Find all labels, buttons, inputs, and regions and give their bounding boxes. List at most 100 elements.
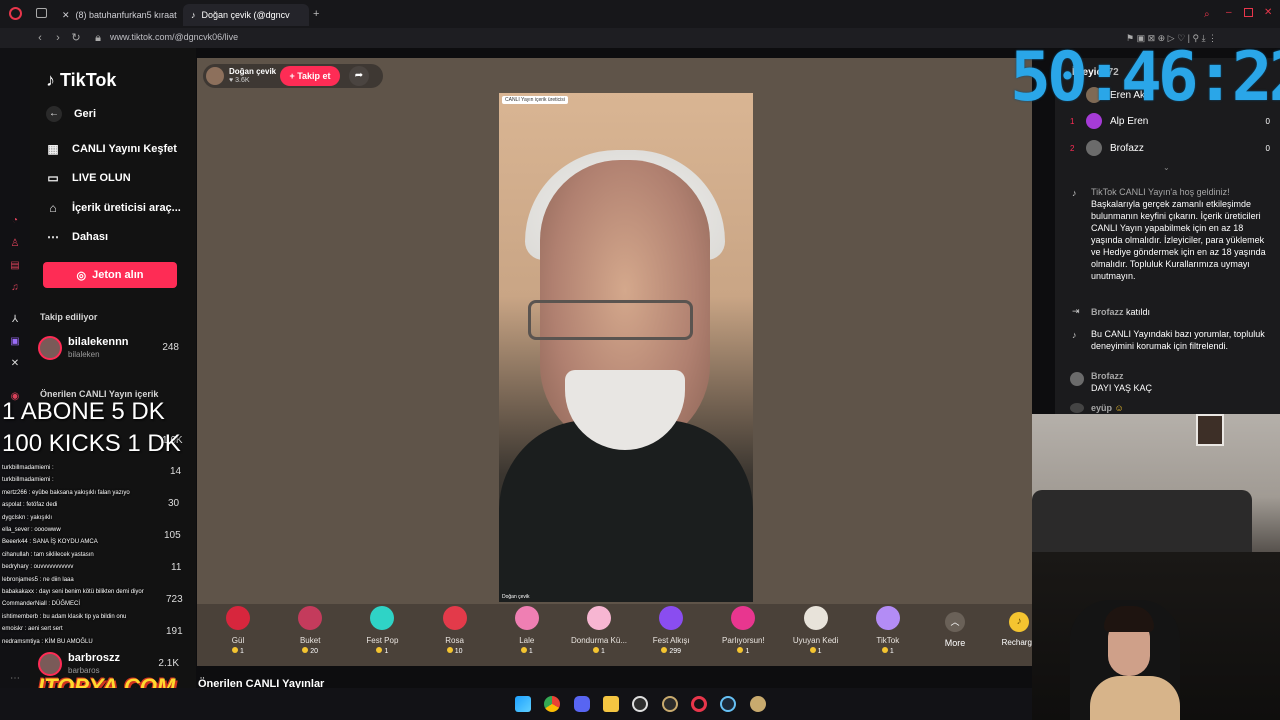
overlay-kicks-rule: 100 KICKS 1 DK: [2, 430, 181, 457]
discord-icon[interactable]: [574, 696, 590, 712]
search-icon[interactable]: ⌕: [1204, 9, 1210, 20]
sidebar-item-label: Geri: [74, 108, 97, 120]
following-account[interactable]: bilalekennn bilaleken 248: [38, 334, 183, 364]
gift-icon: [514, 606, 539, 630]
gift-item[interactable]: Dondurma Kü... 1: [564, 606, 634, 662]
gift-item[interactable]: Parlıyorsun! 1: [708, 606, 778, 662]
x-icon[interactable]: ✕: [8, 357, 22, 371]
gift-item[interactable]: Fest Alkışı 299: [636, 606, 706, 662]
tab-label: Doğan çevik (@dgncv: [201, 10, 290, 20]
gift-icon: [731, 606, 756, 630]
logo-text: TikTok: [60, 70, 117, 90]
gift-icon: [803, 606, 828, 630]
gift-item[interactable]: Gül 1: [203, 606, 273, 662]
share-icon[interactable]: ➦: [349, 66, 369, 86]
gift-item[interactable]: Buket 20: [275, 606, 345, 662]
expand-chevron-icon[interactable]: ⌄: [1163, 163, 1170, 172]
sidebar-item-more[interactable]: ⋯ Dahası: [46, 230, 108, 244]
gift-icon: [875, 606, 900, 630]
opera-icon[interactable]: [691, 696, 707, 712]
buy-coins-button[interactable]: ◎ Jeton alın: [43, 262, 177, 288]
x-logo-icon: ✕: [62, 9, 70, 20]
gift-name: Buket: [299, 636, 321, 645]
sidebar-item-back[interactable]: ← Geri: [46, 106, 96, 122]
gaming-icon[interactable]: ♙: [8, 237, 22, 251]
ranking-row[interactable]: 2 Brofazz 0: [1070, 139, 1270, 157]
tab-label: (8) batuhanfurkan5 kıraat: [75, 10, 177, 20]
tab-tiktok[interactable]: ♪ Doğan çevik (@dgncv: [183, 4, 309, 26]
sidebar-item-explore[interactable]: ▦ CANLI Yayını Keşfet: [46, 142, 177, 156]
minimize-icon[interactable]: –: [1226, 7, 1232, 18]
likes-value: 3.6K: [235, 77, 250, 84]
kick-chat-line: cihanullah : tam siklilecek yastasın: [2, 551, 94, 558]
buy-coins-label: Jeton alın: [92, 269, 144, 281]
more-label: More: [944, 638, 966, 648]
chat-message: Brofazz DAYI YAŞ KAÇ: [1091, 370, 1280, 394]
wall-picture: [1196, 414, 1224, 446]
chat-user[interactable]: eyüp: [1091, 403, 1112, 413]
messages-icon[interactable]: ▤: [8, 259, 22, 273]
more-rail-icon[interactable]: ⋯: [8, 672, 22, 686]
windows-start-icon[interactable]: [515, 696, 531, 712]
rank-score: 0: [1265, 116, 1270, 126]
close-icon[interactable]: ✕: [1264, 7, 1272, 18]
webcam-sofa: [1032, 490, 1252, 552]
sidebar-item-label: CANLI Yayını Keşfet: [72, 143, 177, 155]
host-name[interactable]: Doğan çevik: [229, 67, 276, 76]
tiktok-system-icon: ♪: [1072, 330, 1077, 340]
chat-user[interactable]: Brofazz: [1091, 371, 1124, 381]
kick-chat-line: mertz266 : eyübe baksana yakışıklı falan…: [2, 489, 130, 496]
gift-icon: [659, 606, 684, 630]
url-field[interactable]: www.tiktok.com/@dgncvk06/live: [110, 32, 238, 42]
tiktok-logo[interactable]: ♪ TikTok: [46, 70, 116, 91]
steam-icon[interactable]: [720, 696, 736, 712]
obs-icon[interactable]: [632, 696, 648, 712]
folder-icon[interactable]: [603, 696, 619, 712]
sidebar-item-creator-tools[interactable]: ⌂ İçerik üreticisi araç...: [46, 201, 180, 215]
welcome-body: Başkalarıyla gerçek zamanlı etkileşimde …: [1091, 199, 1266, 281]
music-icon[interactable]: ♫: [8, 281, 22, 295]
join-icon: ⇥: [1072, 306, 1080, 316]
more-gifts-button[interactable]: ︿ More: [940, 612, 970, 648]
back-icon[interactable]: ‹: [33, 31, 47, 45]
gift-item[interactable]: Lale 1: [492, 606, 562, 662]
chrome-icon[interactable]: [544, 696, 560, 712]
gift-price: 1: [564, 647, 634, 655]
kick-chat-line: lebronjames5 : ne diin laaa: [2, 576, 74, 583]
stream-timer: 50:46:22: [1010, 38, 1280, 117]
kick-chat-line: nedramsmtiya : KİM BU AMOĞLU: [2, 638, 93, 645]
twitch-icon[interactable]: ▣: [8, 335, 22, 349]
host-avatar[interactable]: [206, 67, 224, 85]
gift-item[interactable]: Uyuyan Kedi 1: [781, 606, 851, 662]
rank-score: 0: [1265, 143, 1270, 153]
follow-button[interactable]: + Takip et: [280, 66, 340, 86]
gift-name: TikTok: [876, 636, 900, 645]
lol-client-icon[interactable]: [750, 696, 766, 712]
gift-name: Gül: [231, 636, 245, 645]
kick-chat-line: emoiskr : aeni sert sert: [2, 626, 63, 633]
avatar: [1070, 403, 1084, 413]
new-tab-button[interactable]: +: [313, 8, 319, 20]
forward-icon[interactable]: ›: [51, 31, 65, 45]
gift-item[interactable]: TikTok 1: [853, 606, 923, 662]
gift-item[interactable]: Fest Pop 1: [347, 606, 417, 662]
gift-name: Fest Alkışı: [652, 636, 690, 645]
sidebar-item-golive[interactable]: ▭ LIVE OLUN: [46, 171, 130, 185]
recent-icon[interactable]: ◔: [8, 214, 22, 228]
maximize-icon[interactable]: [1244, 8, 1253, 17]
tab-list-icon[interactable]: [36, 8, 47, 18]
streamer-body: [1090, 676, 1180, 720]
tiktok-system-icon: ♪: [1072, 188, 1077, 198]
gift-name: Uyuyan Kedi: [792, 636, 839, 645]
pin-icon[interactable]: ⅄: [8, 313, 22, 327]
league-icon[interactable]: [662, 696, 678, 712]
calendar-icon: ▦: [47, 142, 59, 156]
house-icon: ⌂: [49, 201, 57, 215]
gift-price: 1: [853, 647, 923, 655]
reload-icon[interactable]: ↻: [69, 31, 83, 45]
gift-item[interactable]: Rosa 10: [420, 606, 490, 662]
gift-price: 1: [492, 647, 562, 655]
tab-kick[interactable]: ✕ (8) batuhanfurkan5 kıraat: [54, 4, 178, 26]
opera-logo-icon[interactable]: [9, 7, 22, 20]
join-user[interactable]: Brofazz: [1091, 307, 1124, 317]
